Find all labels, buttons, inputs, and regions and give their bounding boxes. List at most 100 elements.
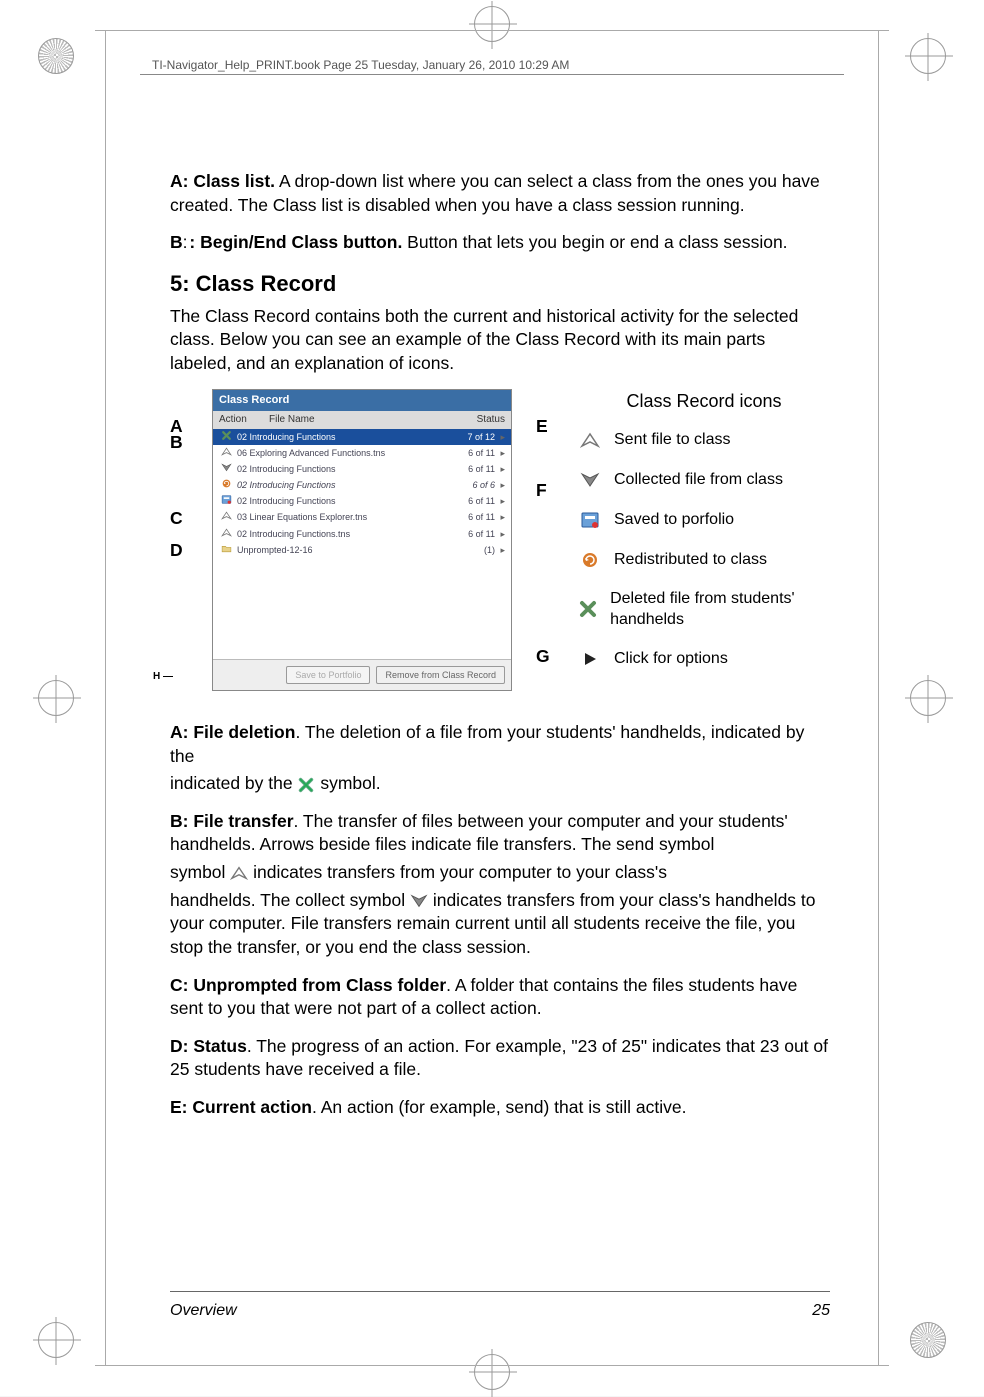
- callout-G: G: [536, 645, 550, 669]
- chevron-right-icon[interactable]: ▸: [495, 528, 505, 540]
- send-icon: [219, 527, 233, 541]
- legend-text: Click for options: [614, 648, 728, 670]
- status-value: 7 of 12: [445, 431, 495, 443]
- legend-item: Click for options: [578, 647, 830, 671]
- def-b-label: B: File transfer: [170, 811, 294, 831]
- collect-icon: [219, 462, 233, 476]
- send-icon: [219, 446, 233, 460]
- class-record-panel: Class Record Action File Name Status 02 …: [212, 389, 512, 690]
- delete-icon: [219, 430, 233, 444]
- table-row[interactable]: 02 Introducing Functions7 of 12▸: [213, 429, 511, 445]
- label-b-post: : Begin/End Class button.: [189, 232, 402, 252]
- collect-icon: [578, 468, 602, 492]
- label-a: A: Class list.: [170, 171, 275, 191]
- file-name: 03 Linear Equations Explorer.tns: [237, 511, 445, 523]
- file-name: Unprompted-12-16: [237, 544, 445, 556]
- callout-H: H —: [153, 670, 173, 684]
- def-a-label: A: File deletion: [170, 722, 295, 742]
- legend-text: Sent file to class: [614, 429, 731, 451]
- legend-item: Saved to porfolio: [578, 508, 830, 532]
- send-icon: [230, 864, 248, 882]
- file-name: 02 Introducing Functions: [237, 463, 445, 475]
- callout-C: C: [170, 507, 183, 531]
- callout-D: D: [170, 539, 183, 563]
- save-icon: [578, 508, 602, 532]
- col-status: Status: [451, 411, 511, 429]
- def-d-label: D: Status: [170, 1036, 247, 1056]
- page-footer: Overview 25: [170, 1302, 830, 1320]
- legend-item: Sent file to class: [578, 428, 830, 452]
- legend-text: Collected file from class: [614, 469, 783, 491]
- delete-icon: [297, 776, 315, 794]
- file-name: 02 Introducing Functions: [237, 431, 445, 443]
- def-b-line2: symbol indicates transfers from your com…: [170, 861, 830, 885]
- footer-page: 25: [812, 1302, 830, 1320]
- legend-title: Class Record icons: [578, 389, 830, 413]
- def-a-t2: symbol.: [320, 773, 380, 793]
- def-b-mid1: indicates transfers from your computer t…: [253, 862, 667, 882]
- label-b-pre: B: [170, 232, 183, 252]
- para-begin-end: B: : Begin/End Class button. Button that…: [170, 231, 830, 255]
- def-a: A: File deletion. The deletion of a file…: [170, 721, 830, 768]
- chevron-right-icon[interactable]: ▸: [495, 431, 505, 443]
- heading-section-5: 5: Class Record: [170, 269, 830, 299]
- def-b-mid2: handhelds. The collect symbol: [170, 890, 410, 910]
- remove-from-class-record-button[interactable]: Remove from Class Record: [376, 666, 505, 684]
- def-c: C: Unprompted from Class folder. A folde…: [170, 974, 830, 1021]
- status-value: 6 of 11: [445, 447, 495, 459]
- send-icon: [219, 510, 233, 524]
- def-d: D: Status. The progress of an action. Fo…: [170, 1035, 830, 1082]
- table-row[interactable]: 06 Exploring Advanced Functions.tns6 of …: [213, 445, 511, 461]
- def-e-label: E: Current action: [170, 1097, 312, 1117]
- def-a-pre: indicated by the: [170, 773, 297, 793]
- table-row[interactable]: 02 Introducing Functions6 of 6▸: [213, 477, 511, 493]
- table-row[interactable]: 02 Introducing Functions.tns6 of 11▸: [213, 526, 511, 542]
- file-name: 02 Introducing Functions.tns: [237, 528, 445, 540]
- status-value: 6 of 11: [445, 511, 495, 523]
- table-row[interactable]: 03 Linear Equations Explorer.tns6 of 11▸: [213, 509, 511, 525]
- def-c-label: C: Unprompted from Class folder: [170, 975, 446, 995]
- label-b-colon: :: [183, 232, 188, 252]
- def-d-text: . The progress of an action. For example…: [170, 1036, 828, 1080]
- status-value: 6 of 11: [445, 528, 495, 540]
- def-e: E: Current action. An action (for exampl…: [170, 1096, 830, 1120]
- chevron-right-icon[interactable]: ▸: [495, 511, 505, 523]
- options-icon: [578, 647, 602, 671]
- section5-intro: The Class Record contains both the curre…: [170, 305, 830, 376]
- chevron-right-icon[interactable]: ▸: [495, 544, 505, 556]
- chevron-right-icon[interactable]: ▸: [495, 479, 505, 491]
- legend-text: Saved to porfolio: [614, 509, 734, 531]
- table-row[interactable]: 02 Introducing Functions6 of 11▸: [213, 493, 511, 509]
- header-bookline: TI-Navigator_Help_PRINT.book Page 25 Tue…: [148, 58, 573, 72]
- table-row[interactable]: Unprompted-12-16(1)▸: [213, 542, 511, 558]
- footer-rule: [170, 1291, 830, 1292]
- file-name: 06 Exploring Advanced Functions.tns: [237, 447, 445, 459]
- class-record-header: Action File Name Status: [213, 411, 511, 429]
- collect-icon: [410, 892, 428, 910]
- status-value: (1): [445, 544, 495, 556]
- def-b-pre: symbol: [170, 862, 230, 882]
- legend-item: Collected file from class: [578, 468, 830, 492]
- save-icon: [219, 494, 233, 508]
- class-record-title: Class Record: [213, 390, 511, 411]
- save-to-portfolio-button[interactable]: Save to Portfolio: [286, 666, 370, 684]
- legend-item: Redistributed to class: [578, 548, 830, 572]
- def-b: B: File transfer. The transfer of files …: [170, 810, 830, 857]
- footer-section: Overview: [170, 1302, 237, 1320]
- def-a-line2: indicated by the symbol.: [170, 772, 830, 796]
- def-b-line3: handhelds. The collect symbol indicates …: [170, 889, 830, 960]
- table-row[interactable]: 02 Introducing Functions6 of 11▸: [213, 461, 511, 477]
- callout-B: B: [170, 431, 183, 455]
- chevron-right-icon[interactable]: ▸: [495, 495, 505, 507]
- redist-icon: [578, 548, 602, 572]
- legend: Class Record icons Sent file to class Col…: [578, 389, 830, 686]
- chevron-right-icon[interactable]: ▸: [495, 447, 505, 459]
- status-value: 6 of 11: [445, 463, 495, 475]
- send-icon: [578, 428, 602, 452]
- chevron-right-icon[interactable]: ▸: [495, 463, 505, 475]
- legend-item: Deleted file from students' handhelds: [578, 588, 830, 631]
- col-file: File Name: [263, 411, 451, 429]
- folder-icon: [219, 543, 233, 557]
- header-rule: [140, 74, 844, 75]
- file-name: 02 Introducing Functions: [237, 495, 445, 507]
